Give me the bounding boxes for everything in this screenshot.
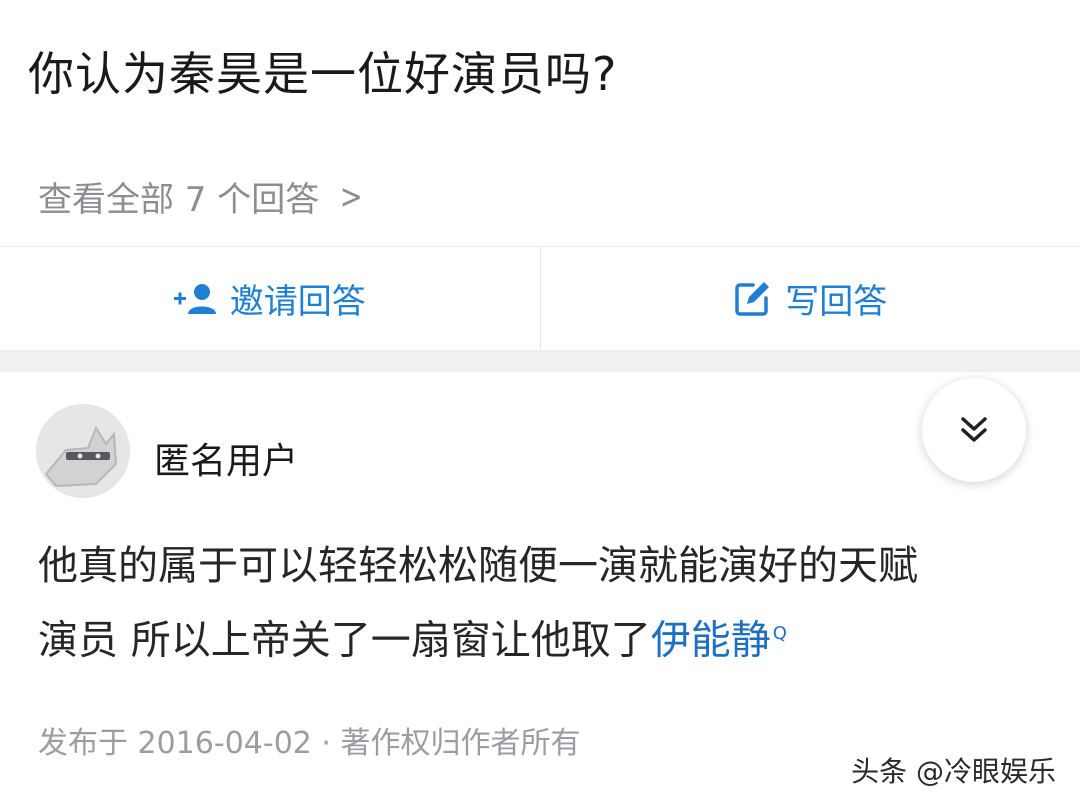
chevron-right-icon: > — [340, 176, 363, 217]
edit-icon — [735, 281, 770, 316]
add-user-icon — [173, 283, 216, 314]
answer-card: 匿名用户 他真的属于可以轻轻松松随便一演就能演好的天赋 演员 所以上帝关了一扇窗… — [0, 372, 1080, 803]
answer-text-line-2: 演员 所以上帝关了一扇窗让他取了伊能静 Q — [38, 600, 1048, 674]
page: 你认为秦昊是一位好演员吗? 查看全部 7 个回答 > 邀请回答 写回答 匿名用户… — [0, 0, 1080, 803]
invite-answer-label: 邀请回答 — [229, 282, 366, 322]
collapse-button[interactable] — [922, 378, 1026, 482]
view-all-label: 查看全部 7 个回答 — [38, 180, 320, 220]
search-icon: Q — [772, 623, 787, 644]
author-name[interactable]: 匿名用户 — [154, 432, 298, 484]
anonymous-avatar-icon[interactable] — [36, 404, 130, 498]
answer-action-bar: 邀请回答 写回答 — [0, 246, 1080, 350]
search-link[interactable]: 伊能静 — [651, 617, 771, 663]
watermark: 头条 @冷眼娱乐 — [851, 755, 1056, 788]
write-answer-label: 写回答 — [785, 282, 888, 322]
section-divider — [0, 350, 1080, 372]
invite-answer-button[interactable]: 邀请回答 — [0, 247, 540, 350]
write-answer-button[interactable]: 写回答 — [539, 247, 1080, 350]
view-all-answers-link[interactable]: 查看全部 7 个回答 > — [38, 172, 366, 221]
question-title[interactable]: 你认为秦昊是一位好演员吗? — [28, 38, 617, 104]
double-chevron-down-icon — [961, 417, 987, 442]
answer-body: 他真的属于可以轻轻松松随便一演就能演好的天赋 演员 所以上帝关了一扇窗让他取了伊… — [38, 532, 1048, 674]
answer-text-line-1: 他真的属于可以轻轻松松随便一演就能演好的天赋 — [38, 543, 918, 589]
answer-text-line-2-prefix: 演员 所以上帝关了一扇窗让他取了 — [38, 617, 651, 664]
answer-meta: 发布于 2016-04-02 · 著作权归作者所有 — [38, 726, 581, 761]
